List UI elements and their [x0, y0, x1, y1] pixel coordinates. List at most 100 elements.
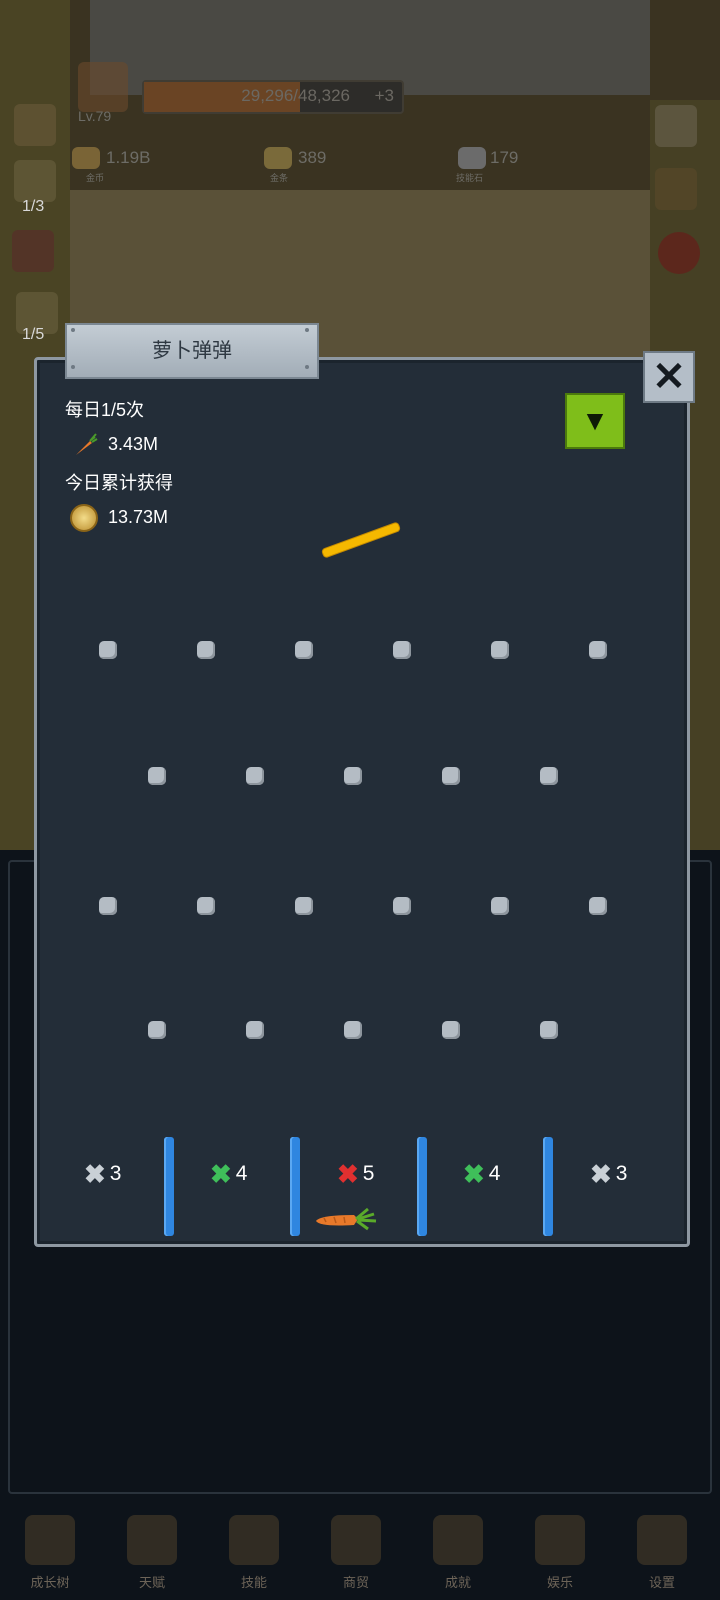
peg: [246, 767, 264, 785]
map-icon: [331, 1515, 381, 1565]
coin-amount: 13.73M: [108, 507, 169, 527]
slot-divider: [543, 1137, 553, 1236]
peg: [589, 641, 607, 659]
nav-label: 技能: [240, 1575, 267, 1590]
today-total-label: 今日累计获得: [65, 473, 173, 493]
peg: [197, 897, 215, 915]
peg: [540, 767, 558, 785]
xp-text: 29,296/48,326: [241, 86, 350, 105]
carrot-ball-icon: [316, 1207, 377, 1231]
candle-icon[interactable]: [14, 160, 56, 202]
skill-stone-icon: [458, 147, 486, 169]
slot-multiplier: 3: [109, 1162, 122, 1185]
multiplier-slot: ✖ 3: [590, 1157, 627, 1191]
close-button[interactable]: ✕: [643, 351, 695, 403]
gold-label: 金币: [86, 173, 105, 183]
slot-divider: [164, 1137, 174, 1236]
peg: [540, 1021, 558, 1039]
slot-multiplier: 4: [488, 1162, 501, 1185]
peg: [295, 641, 313, 659]
nav-label: 成就: [444, 1575, 471, 1590]
slot-multiplier: 4: [235, 1162, 248, 1185]
panel-title: 萝卜弹弹: [65, 323, 319, 379]
slot-multiplier: 3: [615, 1162, 628, 1185]
nav-label: 天赋: [138, 1575, 165, 1590]
side-counter-2: 1/5: [22, 326, 45, 343]
peg: [442, 1021, 460, 1039]
peg: [246, 1021, 264, 1039]
rivet: [305, 328, 309, 332]
carrot-amount: 3.43M: [108, 434, 159, 454]
gold-value: 1.19B: [106, 148, 151, 167]
skill-stone-value: 179: [490, 148, 519, 167]
peg: [99, 641, 117, 659]
peg: [295, 897, 313, 915]
peg: [344, 1021, 362, 1039]
avatar[interactable]: [78, 62, 128, 112]
multiplier-slot: ✖ 4: [463, 1157, 500, 1191]
slot-divider: [417, 1137, 427, 1236]
xp-bar: 29,296/48,326 +3: [142, 80, 404, 114]
collapse-button[interactable]: ▼: [565, 393, 625, 449]
peg: [491, 641, 509, 659]
multiplier-x-icon: ✖: [210, 1159, 232, 1189]
multiplier-x-icon: ✖: [590, 1159, 612, 1189]
multiplier-x-icon: ✖: [84, 1159, 106, 1189]
multiplier-slot: ✖ 4: [210, 1157, 247, 1191]
nav-item-growth-tree[interactable]: 成长树: [0, 1505, 100, 1600]
chevron-down-icon: ▼: [581, 405, 609, 436]
nav-item-trade[interactable]: 商贸: [306, 1505, 406, 1600]
carrot-icon: [76, 433, 98, 455]
rivet: [71, 365, 75, 369]
peg: [344, 767, 362, 785]
scroll-icon: [535, 1515, 585, 1565]
side-counter-1: 1/3: [22, 198, 45, 215]
bars-label: 金条: [270, 173, 289, 183]
peg: [148, 767, 166, 785]
bars-value: 389: [298, 148, 327, 167]
crown-icon[interactable]: [14, 104, 56, 146]
peg: [148, 1021, 166, 1039]
key-icon: [433, 1515, 483, 1565]
slot-multiplier: 5: [362, 1162, 375, 1185]
nav-item-settings[interactable]: 设置: [612, 1505, 712, 1600]
nav-label: 成长树: [30, 1575, 70, 1590]
nav-item-achievements[interactable]: 成就: [408, 1505, 508, 1600]
nav-label: 设置: [648, 1575, 675, 1590]
gold-bar-icon: [264, 147, 292, 169]
peg: [393, 897, 411, 915]
peg: [589, 897, 607, 915]
peg: [491, 897, 509, 915]
peg: [442, 767, 460, 785]
nav-label: 娱乐: [546, 1575, 573, 1590]
daily-attempts: 每日1/5次: [65, 400, 145, 420]
chest-icon[interactable]: [655, 168, 697, 210]
multiplier-x-icon: ✖: [463, 1159, 485, 1189]
peg: [99, 897, 117, 915]
heart-icon[interactable]: [658, 232, 700, 274]
scroll-icon: [127, 1515, 177, 1565]
close-x-icon: ✕: [652, 355, 686, 399]
nav-label: 商贸: [342, 1575, 369, 1590]
multiplier-slot: ✖ 3: [84, 1157, 121, 1191]
coin-icon: [70, 504, 98, 532]
nav-item-talent[interactable]: 天赋: [102, 1505, 202, 1600]
gold-icon: [72, 147, 100, 169]
book-icon: [25, 1515, 75, 1565]
skill-stone-label: 技能石: [456, 173, 484, 183]
player-level: Lv.79: [78, 108, 112, 124]
slot-divider: [290, 1137, 300, 1236]
rivet: [71, 328, 75, 332]
peg: [393, 641, 411, 659]
nav-item-entertainment[interactable]: 娱乐: [510, 1505, 610, 1600]
pickaxe-icon[interactable]: [655, 105, 697, 147]
sword-icon: [229, 1515, 279, 1565]
bottom-nav: 成长树 天赋 技能 商贸 成就 娱乐 设置: [0, 1505, 720, 1600]
gear-icon: [637, 1515, 687, 1565]
rivet: [305, 365, 309, 369]
xp-bonus: +3: [374, 86, 394, 105]
peg: [197, 641, 215, 659]
nav-item-skills[interactable]: 技能: [204, 1505, 304, 1600]
calendar-icon[interactable]: [12, 230, 54, 272]
multiplier-slot: ✖ 5: [337, 1157, 374, 1191]
